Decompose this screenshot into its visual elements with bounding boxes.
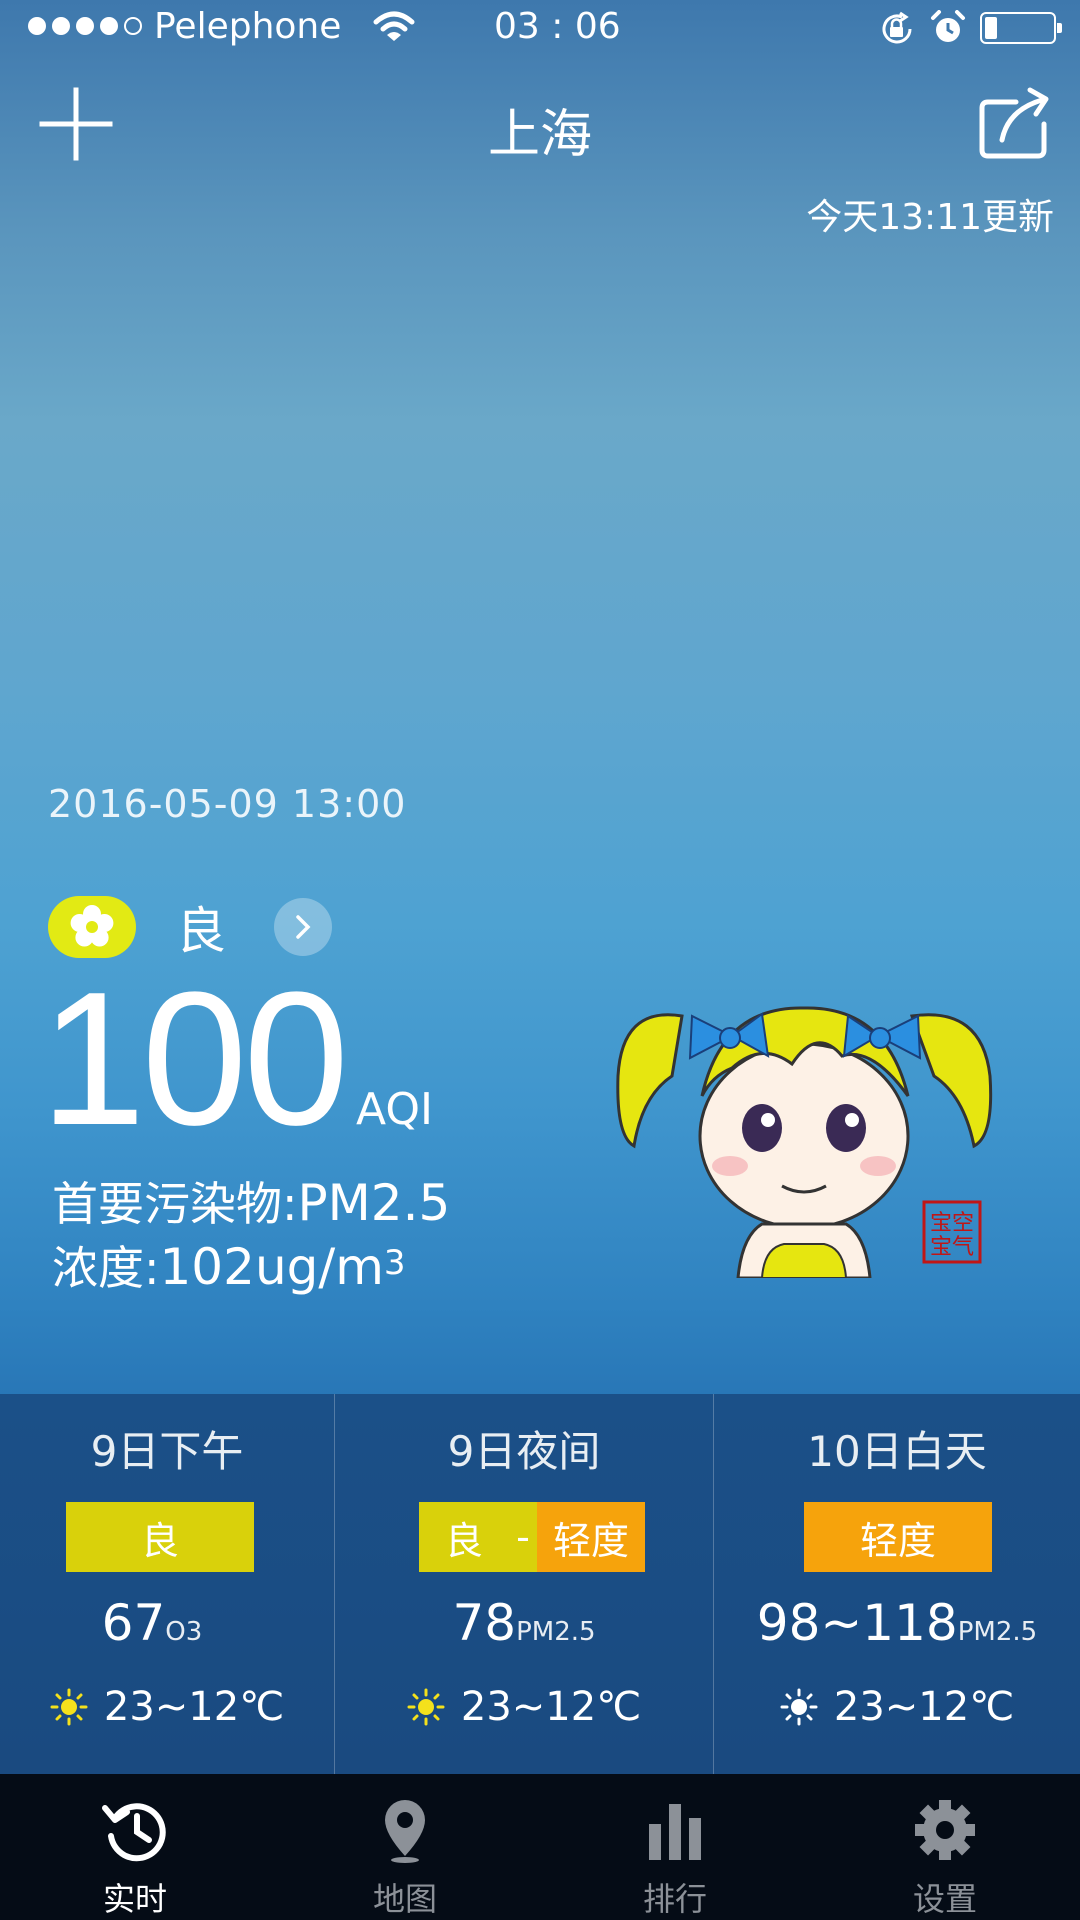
forecast-aqi: 98~118	[756, 1594, 958, 1652]
aqi-unit: AQI	[356, 1084, 433, 1135]
aqi-level-row[interactable]: 良	[48, 896, 332, 960]
forecast-period: 9日下午	[90, 1427, 244, 1476]
history-icon	[102, 1803, 166, 1862]
forecast-pollutant: PM2.5	[957, 1617, 1038, 1647]
primary-pollutant-label: 首要污染物:	[52, 1177, 298, 1231]
sun-icon	[50, 1688, 88, 1726]
forecast-pollutant: PM2.5	[516, 1617, 596, 1647]
forecast-temperature: 23~12℃	[833, 1684, 1015, 1730]
status-time: 03 : 06	[494, 6, 621, 47]
share-button[interactable]	[976, 84, 1056, 162]
concentration-label: 浓度:	[52, 1241, 160, 1295]
forecast-value: 67O3	[0, 1594, 334, 1652]
alarm-icon	[931, 10, 965, 42]
forecast-column: 9日夜间 良 - 轻度 78PM2.5 23~12℃	[334, 1394, 713, 1774]
forecast-value: 98~118PM2.5	[714, 1594, 1080, 1652]
tab-bar: 实时 地图 排行 设置	[0, 1774, 1080, 1920]
forecast-level-badge: 良	[66, 1502, 254, 1572]
city-title: 上海	[487, 105, 592, 165]
sun-icon	[407, 1688, 445, 1726]
forecast-weather: 23~12℃	[335, 1684, 713, 1730]
rotation-lock-icon	[882, 11, 912, 44]
primary-pollutant-value: PM2.5	[297, 1174, 451, 1232]
primary-pollutant: 首要污染物:PM2.5	[52, 1168, 450, 1234]
forecast-temperature: 23~12℃	[103, 1684, 285, 1730]
forecast-pollutant: O3	[165, 1617, 203, 1647]
forecast-column: 10日白天 轻度 98~118PM2.5 23~12℃	[713, 1394, 1080, 1774]
status-bar: Pelephone 03 : 06	[0, 0, 1080, 58]
concentration-unit-superscript: 3	[383, 1243, 406, 1283]
forecast-column: 9日下午 良 67O3 23~12℃	[0, 1394, 334, 1774]
sun-icon	[780, 1688, 818, 1726]
map-pin-icon	[385, 1800, 425, 1863]
level-separator: -	[509, 1502, 537, 1572]
signal-strength-icon	[28, 17, 142, 35]
chevron-right-icon[interactable]	[274, 898, 332, 956]
update-time: 今天13:11更新	[806, 197, 1054, 238]
carrier-name: Pelephone	[154, 6, 342, 47]
aqi-value: 100	[40, 953, 349, 1165]
forecast-panel: 9日下午 良 67O3 23~12℃ 9日夜间 良 - 轻度 78PM2.5 2…	[0, 1394, 1080, 1774]
tab-label: 排行	[642, 1880, 707, 1918]
concentration-unit: ug/m	[254, 1238, 384, 1296]
tab-settings[interactable]: 设置	[810, 1774, 1080, 1920]
tab-ranking[interactable]: 排行	[540, 1774, 810, 1920]
battery-icon	[980, 12, 1062, 44]
concentration: 浓度:102ug/m3	[52, 1232, 406, 1298]
forecast-period: 10日白天	[807, 1427, 987, 1476]
concentration-value: 102	[159, 1238, 255, 1296]
observation-datetime: 2016-05-09 13:00	[48, 782, 407, 826]
tab-label: 实时	[102, 1880, 167, 1918]
tab-map[interactable]: 地图	[270, 1774, 540, 1920]
tab-label: 设置	[912, 1880, 977, 1918]
svg-text:宝空: 宝空	[930, 1211, 974, 1236]
forecast-level-badge: 良 - 轻度	[419, 1502, 645, 1572]
wifi-icon	[373, 11, 415, 41]
gear-icon	[915, 1800, 975, 1860]
forecast-weather: 23~12℃	[0, 1684, 334, 1730]
forecast-weather: 23~12℃	[714, 1684, 1080, 1730]
tab-realtime[interactable]: 实时	[0, 1774, 270, 1920]
forecast-temperature: 23~12℃	[460, 1684, 642, 1730]
level-good-segment: 良	[419, 1502, 509, 1572]
forecast-value: 78PM2.5	[335, 1594, 713, 1652]
tab-label: 地图	[372, 1880, 437, 1918]
level-good-segment: 良	[66, 1502, 254, 1572]
forecast-aqi: 67	[101, 1594, 166, 1652]
bar-chart-icon	[649, 1804, 701, 1860]
level-light-segment: 轻度	[537, 1502, 645, 1572]
level-light-segment: 轻度	[804, 1502, 992, 1572]
svg-text:宝气: 宝气	[930, 1235, 974, 1260]
mascot-illustration: 宝空 宝气	[616, 1006, 993, 1278]
forecast-level-badge: 轻度	[804, 1502, 992, 1572]
forecast-period: 9日夜间	[447, 1427, 601, 1476]
flower-icon	[48, 896, 136, 958]
forecast-aqi: 78	[452, 1594, 517, 1652]
